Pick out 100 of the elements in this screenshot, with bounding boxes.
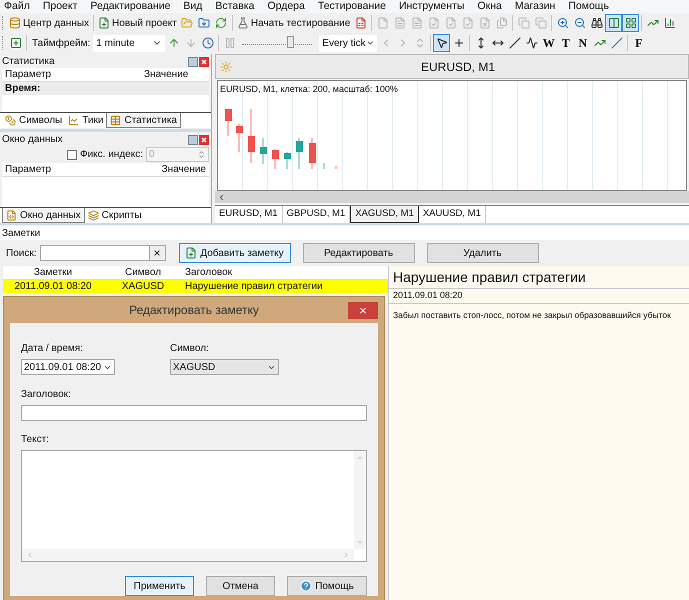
dialog-button[interactable]: Помощь: [287, 576, 367, 596]
note-date: 2011.09.01 08:20: [389, 288, 689, 304]
crosshair-icon: [452, 37, 465, 49]
panel-tab[interactable]: Окно данных: [2, 208, 85, 223]
toolbar-button[interactable]: [433, 34, 450, 52]
field-label: Текст:: [21, 433, 50, 447]
binoculars-icon: [590, 17, 603, 29]
zoom-in-icon: [556, 17, 569, 29]
menu-item[interactable]: Вид: [183, 0, 202, 14]
search-label: Поиск:: [6, 246, 36, 260]
restore-icon[interactable]: [188, 134, 198, 144]
grid-chart-icon: [624, 17, 637, 29]
page-icon: [394, 17, 406, 29]
folder-icon: [181, 17, 194, 29]
menu-item[interactable]: Магазин: [514, 0, 556, 14]
close-button[interactable]: ×: [348, 302, 378, 318]
refresh-icon: [215, 17, 228, 29]
page-check-icon: [462, 17, 474, 29]
spin-icon: [197, 150, 206, 159]
panel-tab[interactable]: Символы: [2, 113, 66, 128]
menu-item[interactable]: Вставка: [215, 0, 254, 14]
menu-item[interactable]: Инструменты: [398, 0, 464, 14]
timeframe-label: Таймфрейм:: [32, 36, 90, 50]
add-note-icon: [185, 247, 198, 259]
down-arrow-icon: [184, 37, 197, 49]
section-title: Заметки: [2, 226, 40, 240]
menu-item[interactable]: Ордера: [267, 0, 305, 14]
column-header: Параметр: [4, 68, 52, 82]
note-row[interactable]: 2011.09.01 08:20 XAGUSD Нарушение правил стратегии: [3, 280, 388, 293]
chart-info: EURUSD, M1, клетка: 200, масштаб: 100%: [220, 83, 398, 96]
symbol-dropdown[interactable]: XAGUSD: [170, 359, 279, 375]
date-picker[interactable]: 2011.09.01 08:20: [21, 359, 115, 375]
panel-tab[interactable]: Статистика: [106, 113, 181, 128]
toolbar-button[interactable]: Центр данных: [7, 14, 92, 32]
help-icon: [300, 580, 312, 592]
table-cell-text: Нарушение правил стратегии: [184, 280, 324, 294]
toolbar-button[interactable]: W: [540, 34, 558, 52]
checkbox[interactable]: [66, 150, 77, 160]
menu-item[interactable]: Проект: [42, 0, 78, 14]
toolbar-button[interactable]: Новый проект: [96, 14, 179, 32]
scroll-left-icon[interactable]: [217, 192, 226, 202]
tab-icon: [68, 115, 80, 126]
clock-icon: [202, 37, 214, 49]
dialog-title: Редактировать заметку: [128, 302, 260, 319]
heading-field[interactable]: [21, 405, 367, 421]
page-check-icon: [428, 17, 440, 29]
add-chart-icon: [10, 37, 22, 49]
fibonacci-icon: [594, 37, 606, 49]
dropdown[interactable]: Every tick: [319, 34, 378, 52]
folder-save-icon: [198, 17, 210, 29]
chart-tab[interactable]: XAGUSD, M1: [350, 206, 419, 223]
line-chart-icon: [646, 17, 659, 29]
tab-icon: [110, 114, 122, 126]
column-header: Заголовок: [184, 266, 234, 280]
dialog-button[interactable]: Применить: [125, 576, 194, 596]
checkbox-label: Фикс. индекс:: [80, 148, 143, 162]
copy-icon: [518, 17, 530, 29]
menu-item[interactable]: Редактирование: [90, 0, 170, 14]
cursor-icon: [436, 37, 448, 49]
scroll-right-icon[interactable]: [342, 551, 350, 559]
page-icon: [410, 17, 423, 29]
dropdown[interactable]: 1 minute: [93, 34, 166, 52]
page-icon: [376, 17, 389, 29]
toolbar-button[interactable]: T: [557, 34, 574, 52]
menu-item[interactable]: Файл: [4, 0, 30, 14]
panel-tab[interactable]: Тики: [65, 113, 106, 128]
toolbar-button[interactable]: N: [574, 34, 592, 52]
tab-icon: [6, 210, 17, 220]
table-cell-text: 2011.09.01 08:20: [13, 280, 93, 294]
column-header: Параметр: [5, 163, 52, 177]
table-cell-text: XAGUSD: [120, 280, 166, 294]
trend-line-icon: [508, 37, 521, 49]
panel-title: Статистика: [2, 55, 55, 69]
scroll-up-icon[interactable]: [356, 454, 364, 462]
scroll-down-icon[interactable]: [356, 538, 364, 546]
close-icon[interactable]: [199, 134, 209, 144]
toolbar-button[interactable]: Удалить: [426, 243, 538, 263]
panel-tab[interactable]: Скрипты: [84, 208, 145, 223]
clear-button[interactable]: ×: [148, 246, 164, 260]
close-icon[interactable]: [199, 56, 209, 66]
speed-slider[interactable]: [242, 36, 312, 50]
dialog-button[interactable]: Отмена: [206, 576, 275, 596]
menu-item[interactable]: Тестирование: [318, 0, 386, 14]
column-header: Значение: [162, 163, 206, 177]
report-icon: [354, 17, 367, 29]
page-check-icon: [444, 17, 457, 29]
copy-icon: [534, 17, 547, 29]
toolbar-button[interactable]: Начать тестирование: [234, 14, 352, 32]
toolbar-button[interactable]: F: [630, 34, 648, 52]
note-text: Забыл поставить стоп-лосс, потом не закрыл образовавшийся убыток: [392, 308, 672, 322]
menu-item[interactable]: Помощь: [568, 0, 609, 14]
menu-item[interactable]: Окна: [477, 0, 502, 14]
flask-icon: [236, 17, 249, 29]
text-area[interactable]: [21, 450, 367, 562]
toolbar-button[interactable]: Добавить заметку: [178, 243, 290, 263]
zoom-out-icon: [574, 17, 586, 29]
up-arrow-icon: [168, 37, 180, 49]
restore-icon[interactable]: [188, 56, 198, 66]
toolbar-button[interactable]: Редактировать: [302, 243, 414, 263]
search-field[interactable]: ×: [40, 245, 166, 261]
